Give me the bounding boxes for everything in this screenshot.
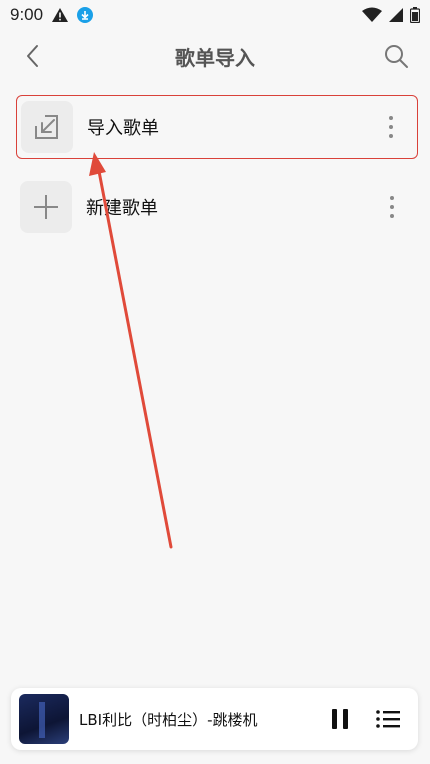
header: 歌单导入 [0, 30, 430, 82]
status-time: 9:00 [10, 5, 44, 24]
import-icon [35, 115, 58, 139]
playlist-icon[interactable] [374, 705, 402, 733]
download-icon [77, 7, 94, 23]
signal-icon [389, 8, 403, 22]
mini-player[interactable]: LBI利比（时柏尘）-跳楼机 [11, 688, 418, 750]
new-playlist-label: 新建歌单 [86, 198, 158, 219]
status-left: 9:00 [10, 5, 94, 25]
new-playlist-row[interactable]: 新建歌单 [16, 175, 418, 239]
plus-icon [34, 195, 58, 219]
add-icon-box [20, 181, 72, 233]
more-options-icon[interactable] [379, 112, 403, 142]
status-bar: 9:00 [0, 0, 430, 30]
search-icon[interactable] [382, 42, 410, 70]
pause-button[interactable] [326, 705, 354, 733]
more-options-icon[interactable] [380, 192, 404, 222]
warning-icon [52, 8, 69, 22]
status-right [362, 7, 420, 23]
album-art[interactable] [19, 694, 69, 744]
battery-icon [410, 7, 420, 23]
back-button[interactable] [20, 42, 46, 70]
page-title: 歌单导入 [175, 45, 255, 70]
wifi-icon [362, 7, 382, 22]
import-icon-box [21, 101, 73, 153]
import-playlist-label: 导入歌单 [87, 118, 159, 139]
song-title: LBI利比（时柏尘）-跳楼机 [79, 710, 258, 729]
import-playlist-row[interactable]: 导入歌单 [16, 95, 418, 159]
